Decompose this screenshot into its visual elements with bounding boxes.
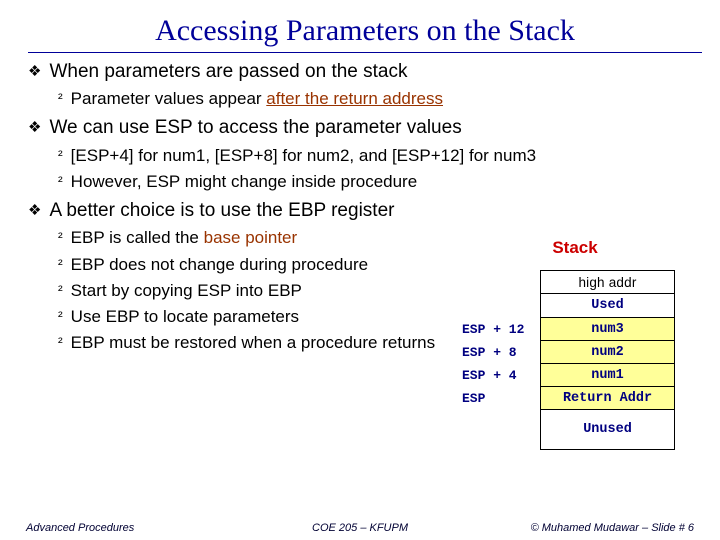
stack-row: ESP + 12 num3: [460, 318, 690, 341]
stack-offset-label: ESP + 4: [460, 364, 540, 387]
bullet-l2: ² However, ESP might change inside proce…: [58, 171, 696, 192]
stack-value: num1: [540, 364, 675, 387]
bullet-text: However, ESP might change inside procedu…: [71, 171, 418, 192]
bullet-text-part: Parameter values appear: [71, 89, 267, 108]
stack-offset-label: ESP: [460, 387, 540, 410]
stack-high-addr: high addr: [540, 270, 675, 293]
wingding-icon: ²: [58, 308, 63, 327]
bullet-text: Start by copying ESP into EBP: [71, 280, 302, 301]
wingding-icon: ²: [58, 229, 63, 248]
bullet-l1: ❖ We can use ESP to access the parameter…: [28, 116, 696, 139]
footer-center: COE 205 – KFUPM: [249, 522, 472, 534]
bullet-l2: ² [ESP+4] for num1, [ESP+8] for num2, an…: [58, 145, 696, 166]
stack-row: ESP Return Addr: [460, 387, 690, 410]
footer-left: Advanced Procedures: [26, 522, 249, 534]
bullet-text: EBP is called the base pointer: [71, 227, 298, 248]
slide-title: Accessing Parameters on the Stack: [28, 0, 702, 53]
wingding-icon: ²: [58, 334, 63, 353]
bullet-text: EBP must be restored when a procedure re…: [71, 332, 435, 353]
stack-unused: Unused: [540, 410, 675, 450]
bullet-text: A better choice is to use the EBP regist…: [49, 199, 394, 222]
diamond-icon: ❖: [28, 119, 41, 139]
bullet-text: EBP does not change during procedure: [71, 254, 368, 275]
bullet-text: [ESP+4] for num1, [ESP+8] for num2, and …: [71, 145, 536, 166]
stack-heading: Stack: [460, 238, 690, 258]
bullet-text: We can use ESP to access the parameter v…: [49, 116, 461, 139]
bullet-l1: ❖ When parameters are passed on the stac…: [28, 60, 696, 83]
bullet-text-part: EBP is called the: [71, 228, 204, 247]
highlight-text: after the return address: [266, 89, 443, 108]
stack-offset-label: ESP + 12: [460, 318, 540, 341]
stack-row: Unused: [460, 410, 690, 450]
diamond-icon: ❖: [28, 63, 41, 83]
stack-row: ESP + 4 num1: [460, 364, 690, 387]
stack-offset-label: [460, 293, 540, 318]
bullet-l2: ² Parameter values appear after the retu…: [58, 88, 696, 109]
stack-row: ESP + 8 num2: [460, 341, 690, 364]
stack-offset-label: [460, 270, 540, 293]
footer-right: © Muhamed Mudawar – Slide # 6: [471, 522, 694, 534]
wingding-icon: ²: [58, 90, 63, 109]
stack-value: num2: [540, 341, 675, 364]
wingding-icon: ²: [58, 256, 63, 275]
stack-used: Used: [540, 293, 675, 318]
footer: Advanced Procedures COE 205 – KFUPM © Mu…: [0, 522, 720, 534]
stack-value: Return Addr: [540, 387, 675, 410]
wingding-icon: ²: [58, 282, 63, 301]
bullet-text: Use EBP to locate parameters: [71, 306, 299, 327]
bullet-l1: ❖ A better choice is to use the EBP regi…: [28, 199, 696, 222]
bullet-text: Parameter values appear after the return…: [71, 88, 443, 109]
stack-offset-label: ESP + 8: [460, 341, 540, 364]
slide: Accessing Parameters on the Stack ❖ When…: [0, 0, 720, 540]
diamond-icon: ❖: [28, 202, 41, 222]
stack-row: Used: [460, 293, 690, 318]
wingding-icon: ²: [58, 173, 63, 192]
stack-offset-label: [460, 410, 540, 450]
stack-row: high addr: [460, 270, 690, 293]
bullet-text: When parameters are passed on the stack: [49, 60, 407, 83]
stack-value: num3: [540, 318, 675, 341]
highlight-text: base pointer: [204, 228, 298, 247]
wingding-icon: ²: [58, 147, 63, 166]
stack-diagram: Stack high addr Used ESP + 12 num3 ESP +…: [460, 238, 690, 450]
